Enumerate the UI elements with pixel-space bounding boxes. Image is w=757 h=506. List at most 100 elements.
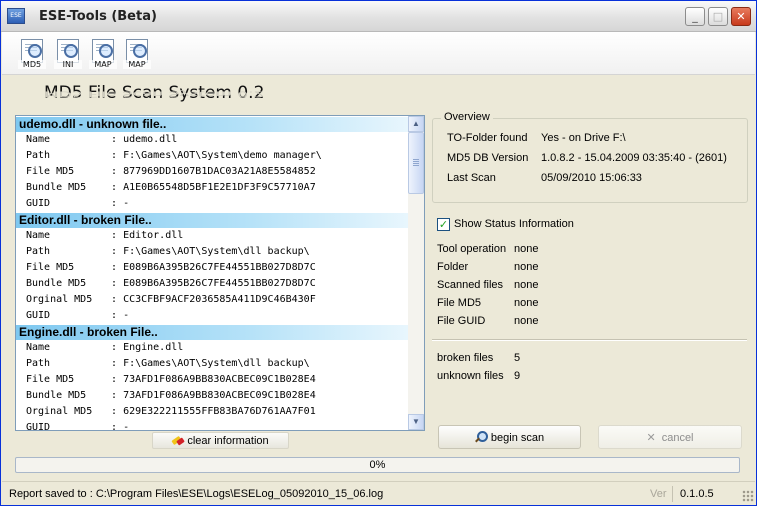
begin-scan-label: begin scan [490, 432, 545, 444]
magnifier-icon [133, 44, 147, 58]
row-key: Name [26, 230, 51, 241]
overview-label: Last Scan [447, 172, 496, 184]
row-value: 629E322211555FFB83BA76D761AA7F01 [123, 406, 316, 417]
toolbar-button-map-2[interactable]: MAP [123, 39, 151, 69]
row-value: F:\Games\AOT\System\demo manager\ [123, 150, 322, 161]
status-label: File MD5 [437, 297, 482, 309]
vertical-scrollbar[interactable]: ▲ ▼ [408, 116, 424, 430]
result-entry: Editor.dll - broken File.. Name: Editor.… [16, 213, 408, 324]
count-label: broken files [437, 352, 494, 364]
row-separator: : [111, 294, 118, 305]
entry-header[interactable]: Editor.dll - broken File.. [16, 213, 408, 228]
count-value: 9 [514, 370, 521, 382]
close-button[interactable]: ✕ [731, 7, 751, 26]
count-label: unknown files [437, 370, 504, 382]
version-label: Ver [650, 488, 667, 500]
entry-header[interactable]: Engine.dll - broken File.. [16, 325, 408, 340]
begin-scan-button[interactable]: begin scan [438, 425, 581, 449]
divider [432, 339, 747, 341]
entry-row: Orginal MD5: CC3CFBF9ACF2036585A411D9C46… [16, 292, 408, 308]
row-value: udemo.dll [123, 134, 178, 145]
title-bar[interactable]: ESE ESE-Tools (Beta) _ □ ✕ [1, 1, 756, 32]
entry-header[interactable]: udemo.dll - unknown file.. [16, 117, 408, 132]
row-separator: : [111, 166, 118, 177]
row-key: Bundle MD5 [26, 390, 87, 401]
row-value: E089B6A395B26C7FE44551BB027D8D7C [123, 278, 316, 289]
entry-row: Name: udemo.dll [16, 132, 408, 148]
scroll-up-button[interactable]: ▲ [408, 116, 424, 132]
cancel-x-icon: ✕ [646, 431, 656, 444]
entry-row: File MD5: 877969DD1607B1DAC03A21A8E55848… [16, 164, 408, 180]
row-key: GUID [26, 198, 51, 209]
row-value: Editor.dll [123, 230, 184, 241]
row-key: Orginal MD5 [26, 406, 93, 417]
row-key: Path [26, 246, 51, 257]
scroll-thumb[interactable] [408, 132, 424, 194]
row-separator: : [111, 406, 118, 417]
report-path-text: Report saved to : C:\Program Files\ESE\L… [9, 488, 384, 500]
row-value: - [123, 198, 130, 209]
row-separator: : [111, 342, 118, 353]
row-key: Bundle MD5 [26, 278, 87, 289]
scan-results-list[interactable]: udemo.dll - unknown file.. Name: udemo.d… [15, 115, 425, 431]
entry-row: Bundle MD5: A1E0B65548D5BF1E2E1DF3F9C577… [16, 180, 408, 196]
show-status-checkbox[interactable]: ✓ [437, 218, 450, 231]
row-value: 877969DD1607B1DAC03A21A8E5584852 [123, 166, 316, 177]
row-separator: : [111, 198, 118, 209]
maximize-button[interactable]: □ [708, 7, 728, 26]
magnifier-icon [99, 44, 113, 58]
row-value: 73AFD1F086A9BB830ACBEC09C1B028E4 [123, 374, 316, 385]
row-value: - [123, 422, 130, 430]
row-value: A1E0B65548D5BF1E2E1DF3F9C57710A7 [123, 182, 316, 193]
show-status-label[interactable]: Show Status Information [454, 218, 574, 230]
row-separator: : [111, 310, 118, 321]
row-separator: : [111, 262, 118, 273]
toolbar-button-label: MAP [123, 60, 151, 69]
overview-value: 1.0.8.2 - 15.04.2009 03:35:40 - (2601) [541, 152, 727, 164]
scroll-down-button[interactable]: ▼ [408, 414, 424, 430]
status-label: Folder [437, 261, 469, 273]
window-title: ESE-Tools (Beta) [39, 9, 157, 24]
entry-row: Bundle MD5: E089B6A395B26C7FE44551BB027D… [16, 276, 408, 292]
row-separator: : [111, 150, 118, 161]
status-value: none [514, 297, 539, 309]
status-value: none [514, 243, 539, 255]
entry-row: File MD5: E089B6A395B26C7FE44551BB027D8D… [16, 260, 408, 276]
minimize-button[interactable]: _ [685, 7, 705, 26]
result-entry: Engine.dll - broken File.. Name: Engine.… [16, 325, 408, 430]
status-value: none [514, 315, 539, 327]
row-separator: : [111, 134, 118, 145]
resize-grip-icon[interactable] [742, 490, 754, 502]
toolbar: MD5 INI MAP MAP [2, 32, 755, 75]
row-separator: : [111, 278, 118, 289]
row-separator: : [111, 246, 118, 257]
app-icon[interactable]: ESE [7, 8, 25, 24]
eraser-icon [171, 435, 186, 446]
entry-row: File MD5: 73AFD1F086A9BB830ACBEC09C1B028… [16, 372, 408, 388]
toolbar-button-md5[interactable]: MD5 [18, 39, 46, 69]
row-key: File MD5 [26, 262, 75, 273]
status-label: Tool operation [437, 243, 507, 255]
clear-information-button[interactable]: clear information [152, 432, 289, 449]
toolbar-button-ini[interactable]: INI [54, 39, 82, 69]
row-key: GUID [26, 422, 51, 430]
row-value: E089B6A395B26C7FE44551BB027D8D7C [123, 262, 316, 273]
row-value: 73AFD1F086A9BB830ACBEC09C1B028E4 [123, 390, 316, 401]
entry-row: Path: F:\Games\AOT\System\demo manager\ [16, 148, 408, 164]
status-value: none [514, 279, 539, 291]
magnifier-icon [64, 44, 78, 58]
row-key: Path [26, 150, 51, 161]
row-separator: : [111, 230, 118, 241]
status-divider [672, 486, 673, 502]
cancel-button[interactable]: ✕ cancel [598, 425, 742, 449]
row-key: File MD5 [26, 166, 75, 177]
row-value: F:\Games\AOT\System\dll backup\ [123, 246, 310, 257]
row-value: - [123, 310, 130, 321]
scan-results-content: udemo.dll - unknown file.. Name: udemo.d… [16, 116, 408, 430]
row-key: File MD5 [26, 374, 75, 385]
toolbar-button-map[interactable]: MAP [89, 39, 117, 69]
row-key: GUID [26, 310, 51, 321]
status-label: File GUID [437, 315, 486, 327]
row-separator: : [111, 182, 118, 193]
clear-information-label: clear information [187, 435, 269, 447]
